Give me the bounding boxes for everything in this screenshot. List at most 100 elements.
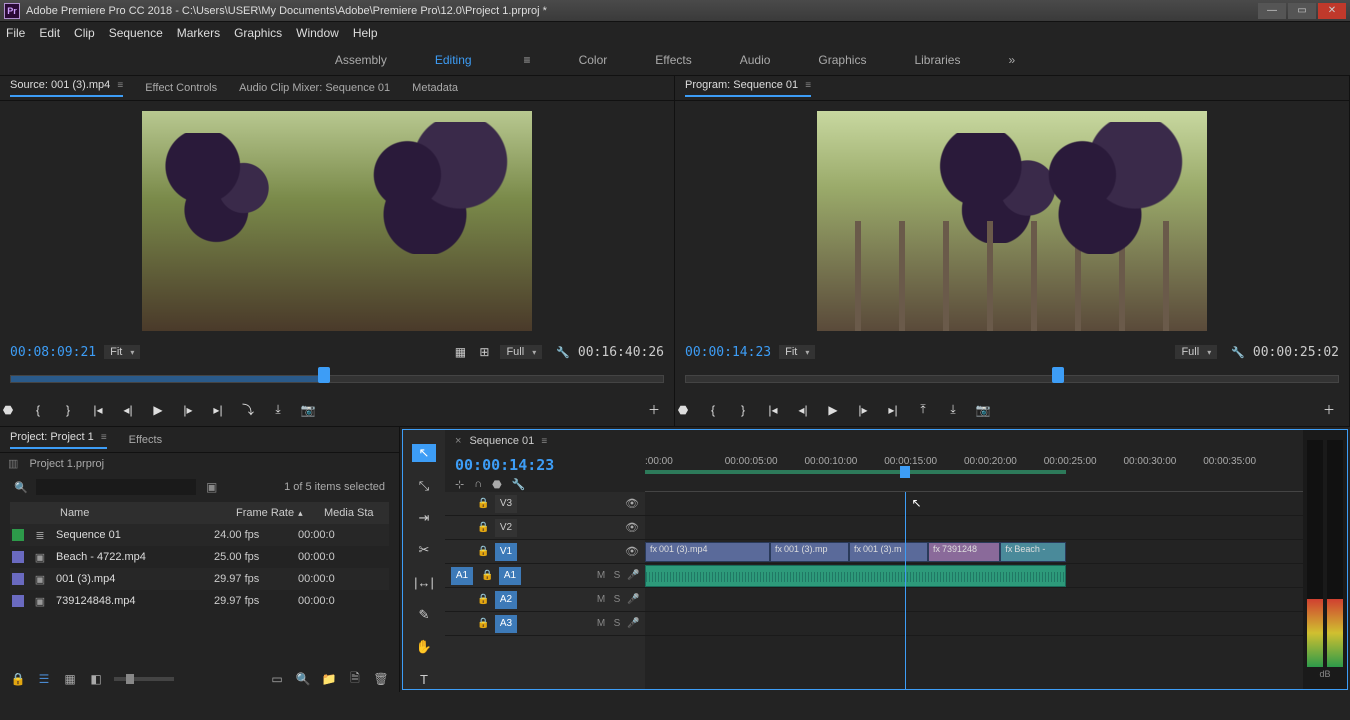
go-to-in-icon[interactable]: |◂ (90, 402, 106, 418)
source-scrub[interactable] (10, 367, 664, 393)
step-back-icon[interactable]: ◂| (120, 402, 136, 418)
panel-menu-icon[interactable]: ≡ (117, 80, 123, 91)
play-icon[interactable]: ▶ (150, 402, 166, 418)
tab-audio-clip-mixer[interactable]: Audio Clip Mixer: Sequence 01 (239, 82, 390, 94)
trash-icon[interactable]: 🗑 (373, 671, 389, 687)
col-frame-rate[interactable]: Frame Rate▴ (236, 507, 318, 519)
voice-over-icon[interactable]: 🎤 (627, 618, 639, 629)
workspace-color[interactable]: Color (579, 53, 608, 67)
track-target[interactable]: A3 (495, 615, 517, 633)
panel-menu-icon[interactable]: ≡ (541, 436, 547, 447)
go-to-in-icon[interactable]: |◂ (765, 402, 781, 418)
new-item-icon[interactable]: 🗎 (347, 671, 363, 687)
menu-file[interactable]: File (6, 26, 25, 40)
menu-clip[interactable]: Clip (74, 26, 95, 40)
step-forward-icon[interactable]: |▸ (180, 402, 196, 418)
timeline-timecode[interactable]: 00:00:14:23 (455, 456, 635, 474)
tab-effects[interactable]: Effects (129, 434, 162, 446)
workspace-libraries[interactable]: Libraries (914, 53, 960, 67)
program-timecode-in[interactable]: 00:00:14:23 (685, 345, 771, 360)
tab-sequence[interactable]: Sequence 01 ≡ (469, 435, 547, 447)
lift-icon[interactable]: ⤒ (915, 402, 931, 418)
selection-tool[interactable]: ↖ (412, 444, 436, 462)
video-track-header[interactable]: 🔒V1👁 (445, 540, 645, 564)
freeform-view-icon[interactable]: ◧ (88, 671, 104, 687)
toggle-output-icon[interactable]: 👁 (625, 497, 639, 510)
solo-icon[interactable]: S (611, 570, 623, 581)
workspace-audio[interactable]: Audio (740, 53, 771, 67)
tab-metadata[interactable]: Metadata (412, 82, 458, 94)
list-view-icon[interactable]: ☰ (36, 671, 52, 687)
mute-icon[interactable]: M (595, 594, 607, 605)
lock-icon[interactable]: 🔒 (477, 498, 491, 509)
program-video[interactable] (817, 111, 1207, 331)
play-icon[interactable]: ▶ (825, 402, 841, 418)
settings-spanner-icon[interactable]: 🔧 (512, 478, 526, 491)
track-target[interactable]: V1 (495, 543, 517, 561)
program-resolution[interactable]: Full▾ (1175, 345, 1217, 359)
workspace-editing[interactable]: Editing (435, 53, 472, 67)
menu-edit[interactable]: Edit (39, 26, 60, 40)
program-scrub[interactable] (685, 367, 1339, 393)
close-sequence-icon[interactable]: × (455, 435, 461, 447)
compose-icon[interactable]: ▦ (452, 344, 468, 360)
menu-graphics[interactable]: Graphics (234, 26, 282, 40)
settings-icon[interactable]: 🔧 (1231, 346, 1245, 359)
export-frame-icon[interactable]: 📷 (975, 402, 991, 418)
extract-icon[interactable]: ⤓ (945, 402, 961, 418)
marker-icon[interactable]: ⬣ (0, 402, 16, 418)
source-patch[interactable]: A1 (451, 567, 473, 585)
audio-meter[interactable]: dB (1303, 430, 1347, 689)
new-bin-icon[interactable]: 📁 (321, 671, 337, 687)
razor-tool[interactable]: ✂ (412, 541, 436, 559)
go-to-out-icon[interactable]: ▸| (885, 402, 901, 418)
ripple-edit-tool[interactable]: ⇥ (412, 509, 436, 527)
tab-program[interactable]: Program: Sequence 01 ≡ (685, 79, 811, 97)
marker-add-icon[interactable]: ⬣ (492, 478, 502, 491)
lock-icon[interactable]: 🔒 (477, 594, 491, 605)
lock-icon[interactable]: 🔒 (10, 671, 26, 687)
automate-icon[interactable]: ▭ (269, 671, 285, 687)
list-item[interactable]: ▣ 739124848.mp4 29.97 fps 00:00:0 (10, 590, 389, 612)
step-back-icon[interactable]: ◂| (795, 402, 811, 418)
minimize-button[interactable]: — (1258, 3, 1286, 19)
mark-in-icon[interactable]: { (705, 402, 721, 418)
mark-in-icon[interactable]: { (30, 402, 46, 418)
menu-help[interactable]: Help (353, 26, 378, 40)
source-zoom-fit[interactable]: Fit▾ (104, 345, 140, 359)
lock-icon[interactable]: 🔒 (477, 522, 491, 533)
find-icon[interactable]: 🔍 (295, 671, 311, 687)
menu-sequence[interactable]: Sequence (109, 26, 163, 40)
video-clip[interactable]: fx7391248 (928, 542, 1000, 562)
export-frame-icon[interactable]: 📷 (300, 402, 316, 418)
solo-icon[interactable]: S (611, 618, 623, 629)
linked-selection-icon[interactable]: ∩ (474, 478, 482, 491)
voice-over-icon[interactable]: 🎤 (627, 594, 639, 605)
track-target[interactable]: V2 (495, 519, 517, 537)
source-video[interactable] (142, 111, 532, 331)
source-resolution[interactable]: Full▾ (500, 345, 542, 359)
search-input[interactable] (36, 479, 196, 495)
audio-clip[interactable] (645, 565, 1066, 587)
audio-track-header[interactable]: A1🔒A1MS🎤 (445, 564, 645, 588)
workspace-assembly[interactable]: Assembly (335, 53, 387, 67)
tab-project[interactable]: Project: Project 1 ≡ (10, 431, 107, 449)
video-clip[interactable]: fx001 (3).mp4 (645, 542, 770, 562)
audio-track-header[interactable]: 🔒 A2 MS 🎤 (445, 588, 645, 612)
marker-icon[interactable]: ⬣ (675, 402, 691, 418)
pen-tool[interactable]: ✎ (412, 606, 436, 624)
source-timecode-in[interactable]: 00:08:09:21 (10, 345, 96, 360)
audio-track-header[interactable]: 🔒A3MS🎤 (445, 612, 645, 636)
panel-menu-icon[interactable]: ≡ (805, 80, 811, 91)
mute-icon[interactable]: M (595, 618, 607, 629)
solo-icon[interactable]: S (611, 594, 623, 605)
lock-icon[interactable]: 🔒 (481, 570, 495, 581)
zoom-slider[interactable] (114, 677, 174, 681)
step-forward-icon[interactable]: |▸ (855, 402, 871, 418)
track-target[interactable]: A2 (495, 591, 517, 609)
close-button[interactable]: ✕ (1318, 3, 1346, 19)
list-item[interactable]: ▣ 001 (3).mp4 29.97 fps 00:00:0 (10, 568, 389, 590)
mute-icon[interactable]: M (595, 570, 607, 581)
overwrite-icon[interactable]: ⤓ (270, 402, 286, 418)
snap-icon[interactable]: ⊹ (455, 478, 464, 491)
